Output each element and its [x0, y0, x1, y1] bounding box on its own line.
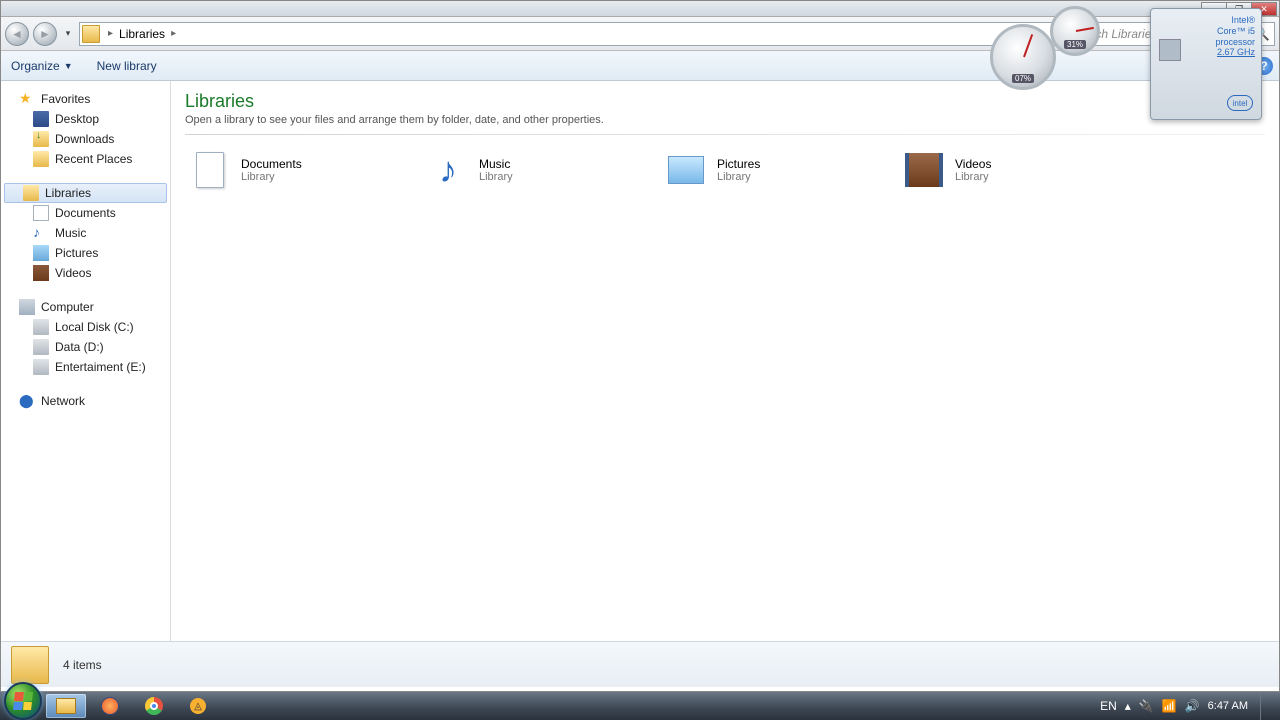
disk-icon	[33, 339, 49, 355]
chrome-icon	[145, 697, 163, 715]
libraries-icon	[23, 185, 39, 201]
library-item-videos[interactable]: VideosLibrary	[899, 145, 1137, 195]
toolbar: Organize ▼ New library ▦ ◫ ?	[1, 51, 1279, 81]
folder-icon	[11, 646, 49, 684]
taskbar-firefox[interactable]	[90, 694, 130, 718]
intel-cpu-gadget: Intel® Core™ i5 processor 2.67 GHz intel	[1150, 8, 1262, 120]
music-icon: ♪	[427, 149, 469, 191]
pictures-icon	[33, 245, 49, 261]
sidebar-videos[interactable]: Videos	[1, 263, 170, 283]
taskbar-app[interactable]: ◬	[178, 694, 218, 718]
sidebar-entertainment-e[interactable]: Entertaiment (E:)	[1, 357, 170, 377]
windows-logo-icon	[13, 692, 33, 710]
status-bar: 4 items	[1, 641, 1279, 687]
sidebar-documents[interactable]: Documents	[1, 203, 170, 223]
tray-power-icon[interactable]: 🔌	[1139, 699, 1154, 713]
start-button[interactable]	[4, 682, 42, 720]
library-item-documents[interactable]: DocumentsLibrary	[185, 145, 423, 195]
chevron-right-icon: ▸	[104, 28, 117, 39]
navigation-sidebar: ★ Favorites Desktop Downloads Recent Pla…	[1, 81, 171, 641]
sidebar-network[interactable]: ⬤ Network	[1, 391, 170, 411]
sidebar-libraries[interactable]: Libraries	[4, 183, 167, 203]
history-dropdown[interactable]: ▾	[61, 24, 75, 44]
titlebar: — ❐ ✕	[1, 1, 1279, 17]
page-title: Libraries	[185, 91, 1265, 112]
intel-logo: intel	[1227, 95, 1253, 111]
taskbar: ◬ EN ▴ 🔌 📶 🔊 6:47 AM	[0, 692, 1280, 720]
desktop-icon	[33, 111, 49, 127]
cpu-frequency: 2.67 GHz	[1191, 47, 1255, 58]
taskbar-explorer[interactable]	[46, 694, 86, 718]
system-tray: EN ▴ 🔌 📶 🔊 6:47 AM	[1100, 692, 1276, 720]
downloads-icon	[33, 131, 49, 147]
network-icon: ⬤	[19, 393, 35, 409]
star-icon: ★	[19, 91, 35, 107]
videos-icon	[903, 149, 945, 191]
chip-icon	[1159, 39, 1181, 61]
chevron-right-icon: ▸	[167, 28, 180, 39]
sidebar-computer[interactable]: Computer	[1, 297, 170, 317]
library-item-music[interactable]: ♪ MusicLibrary	[423, 145, 661, 195]
new-library-button[interactable]: New library	[97, 59, 157, 73]
videos-icon	[33, 265, 49, 281]
show-desktop-button[interactable]	[1260, 692, 1270, 720]
chevron-down-icon: ▼	[64, 61, 73, 71]
folder-icon	[56, 698, 76, 714]
navbar: ◄ ► ▾ ▸ Libraries ▸ Search Libraries 🔍	[1, 17, 1279, 51]
back-button[interactable]: ◄	[5, 22, 29, 46]
sidebar-recent-places[interactable]: Recent Places	[1, 149, 170, 169]
computer-icon	[19, 299, 35, 315]
divider	[185, 134, 1265, 135]
tray-language[interactable]: EN	[1100, 699, 1117, 713]
library-item-pictures[interactable]: PicturesLibrary	[661, 145, 899, 195]
document-icon	[33, 205, 49, 221]
tray-wifi-icon[interactable]: 📶	[1162, 699, 1177, 713]
content-pane: Libraries Open a library to see your fil…	[171, 81, 1279, 641]
documents-icon	[189, 149, 231, 191]
disk-icon	[33, 319, 49, 335]
tray-show-hidden-icon[interactable]: ▴	[1125, 699, 1131, 713]
disk-icon	[33, 359, 49, 375]
address-bar[interactable]: ▸ Libraries ▸	[79, 22, 1061, 46]
forward-button[interactable]: ►	[33, 22, 57, 46]
sidebar-music[interactable]: ♪Music	[1, 223, 170, 243]
firefox-icon	[101, 697, 119, 715]
sidebar-pictures[interactable]: Pictures	[1, 243, 170, 263]
sidebar-favorites[interactable]: ★ Favorites	[1, 89, 170, 109]
organize-button[interactable]: Organize ▼	[11, 59, 73, 73]
recent-icon	[33, 151, 49, 167]
tray-volume-icon[interactable]: 🔊	[1185, 699, 1200, 713]
sidebar-local-disk-c[interactable]: Local Disk (C:)	[1, 317, 170, 337]
search-placeholder: Search Libraries	[1070, 27, 1157, 41]
sidebar-downloads[interactable]: Downloads	[1, 129, 170, 149]
tray-clock[interactable]: 6:47 AM	[1208, 700, 1248, 712]
pictures-icon	[665, 149, 707, 191]
taskbar-chrome[interactable]	[134, 694, 174, 718]
sidebar-data-d[interactable]: Data (D:)	[1, 337, 170, 357]
libraries-icon	[82, 25, 100, 43]
sidebar-desktop[interactable]: Desktop	[1, 109, 170, 129]
breadcrumb-libraries[interactable]: Libraries	[117, 25, 167, 43]
explorer-window: — ❐ ✕ ◄ ► ▾ ▸ Libraries ▸ Search Librari…	[0, 0, 1280, 692]
item-count: 4 items	[63, 658, 102, 672]
page-subtitle: Open a library to see your files and arr…	[185, 114, 1265, 126]
music-icon: ♪	[33, 225, 49, 241]
app-icon: ◬	[190, 698, 206, 714]
